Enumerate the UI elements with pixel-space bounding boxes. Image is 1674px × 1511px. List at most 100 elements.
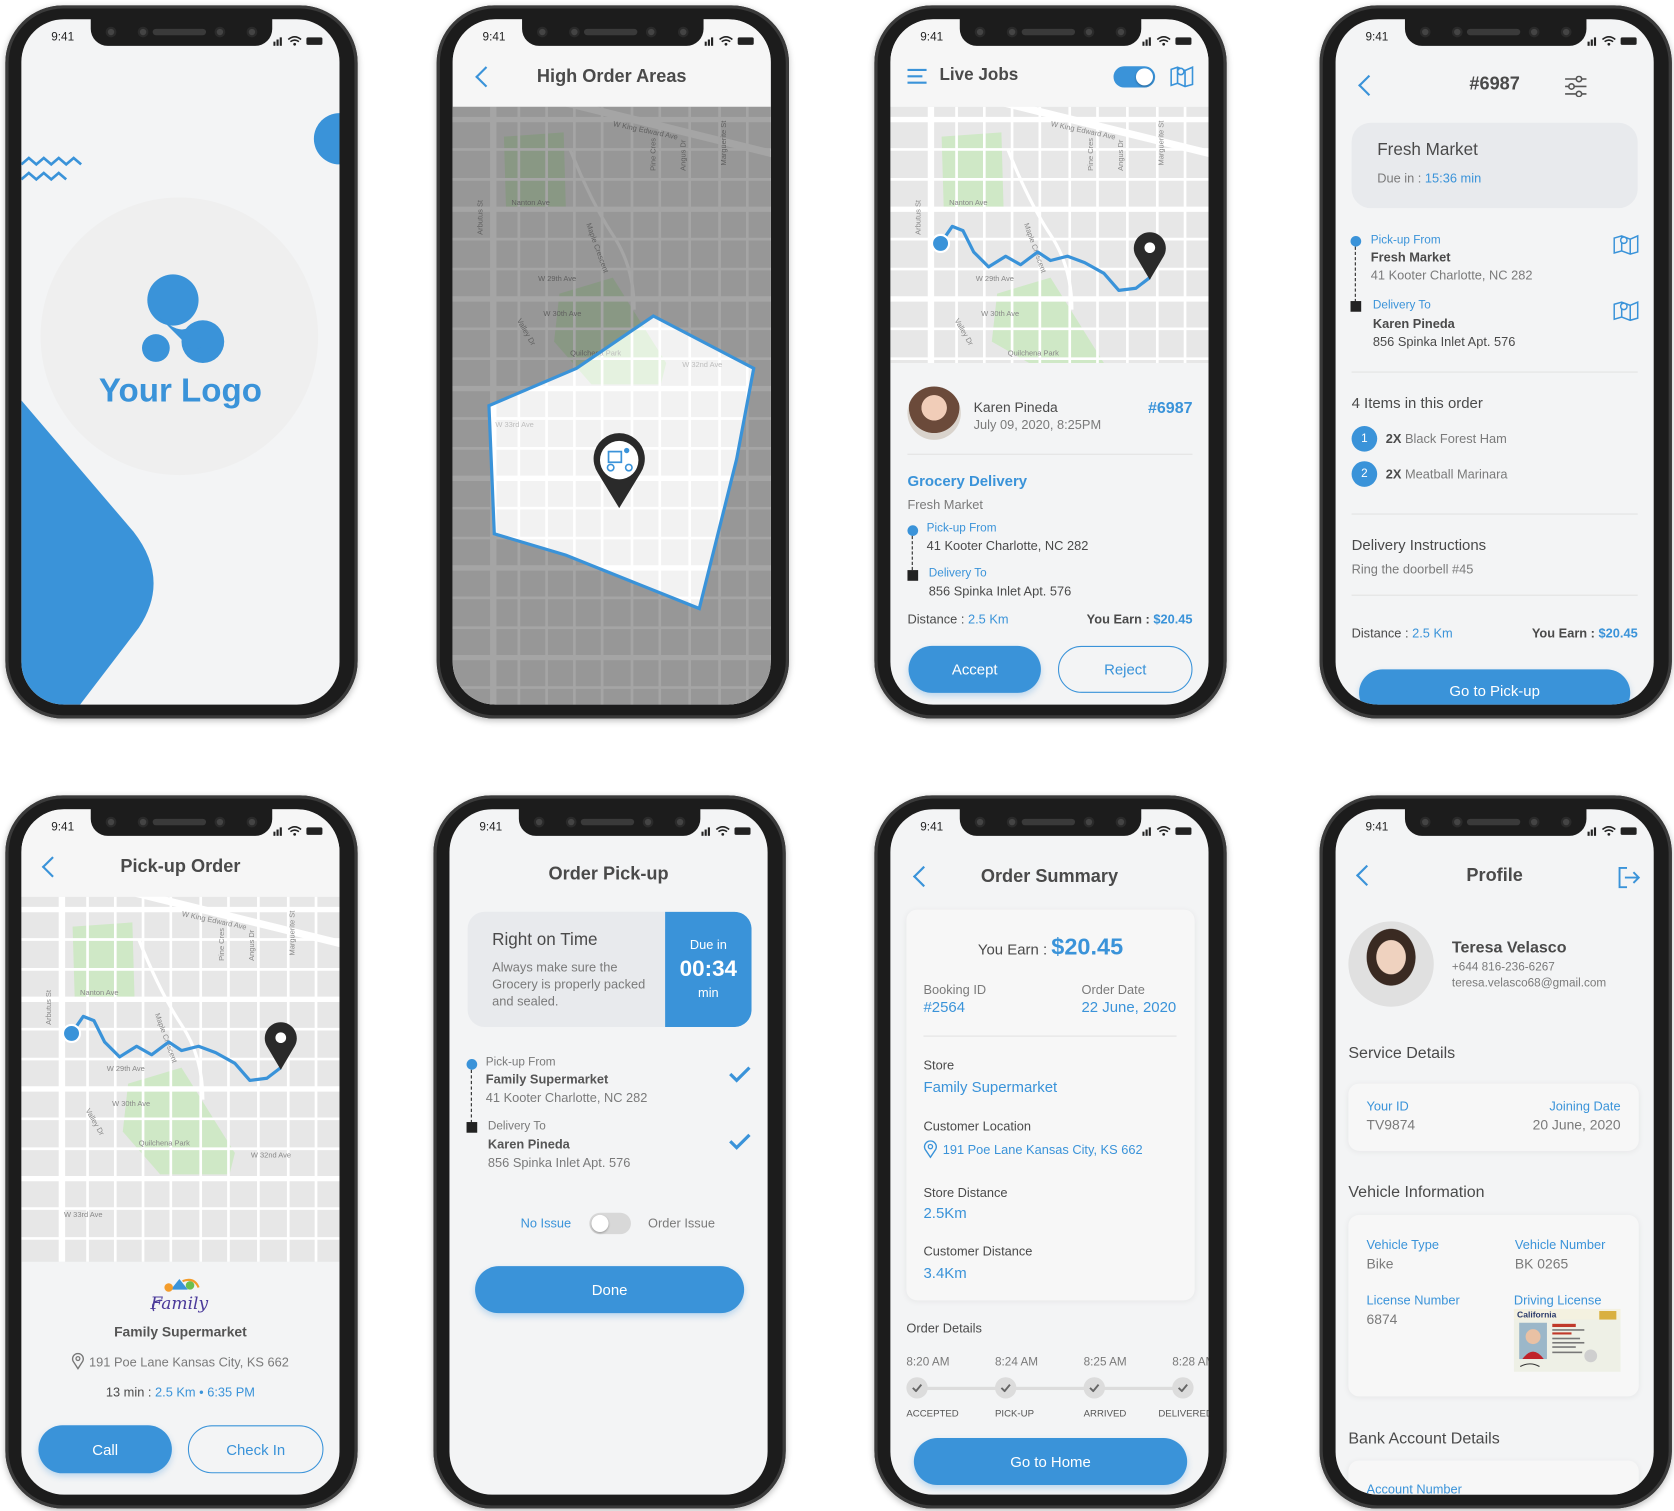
timeline-check-icon — [1083, 1377, 1105, 1399]
map-street-label: Nanton Ave — [80, 988, 118, 997]
order-details-label: Order Details — [906, 1320, 982, 1336]
distance: Distance : 2.5 Km — [907, 612, 1008, 627]
toggle-knob — [1135, 68, 1154, 86]
phone-order-detail: 9:41 #6987 Fresh Market Due in : 15:36 m… — [1319, 5, 1672, 719]
order-id: #6987 — [1147, 399, 1193, 418]
bank-details-title: Bank Account Details — [1348, 1429, 1500, 1448]
map-street-label: Angus Dr — [1116, 139, 1125, 171]
page-title: Live Jobs — [939, 66, 1019, 85]
due-value: 15:36 min — [1424, 170, 1482, 186]
timeline-status: DELIVERED — [1158, 1408, 1209, 1419]
store-name: Family Supermarket — [114, 1323, 247, 1340]
accept-button[interactable]: Accept — [908, 645, 1041, 693]
location-pin-icon — [923, 1140, 937, 1159]
eta-separator: • — [199, 1384, 204, 1400]
card-title: Right on Time — [492, 930, 598, 950]
order-datetime: July 09, 2020, 8:25PM — [973, 417, 1102, 433]
issue-toggle[interactable] — [589, 1212, 631, 1235]
area-overlay — [452, 106, 771, 705]
done-button[interactable]: Done — [475, 1266, 745, 1314]
map-street-label: Angus Dr — [247, 929, 256, 961]
distance-label: Distance : — [907, 611, 968, 627]
no-issue-label[interactable]: No Issue — [521, 1216, 572, 1231]
store-logo: Family — [150, 1278, 209, 1314]
store-distance: 2.5Km — [923, 1204, 967, 1222]
pickup-map-icon[interactable] — [1613, 234, 1639, 255]
driver-id: TV9874 — [1366, 1116, 1416, 1133]
item-qty: 2X — [1385, 466, 1402, 482]
store-name: Family Supermarket — [923, 1078, 1058, 1096]
menu-icon[interactable] — [907, 68, 927, 84]
driving-license-image[interactable]: California — [1513, 1308, 1621, 1372]
check-in-button[interactable]: Check In — [187, 1425, 324, 1474]
page-title: Order Pick-up — [548, 863, 669, 884]
list-item: 2X Black Forest Ham — [1386, 431, 1507, 446]
location-text: 191 Poe Lane Kansas City, KS 662 — [942, 1142, 1143, 1158]
timeline-time: 8:28 AM — [1172, 1355, 1208, 1369]
pickup-address: 41 Kooter Charlotte, NC 282 — [485, 1090, 648, 1105]
delivery-label: Delivery To — [928, 566, 987, 580]
page-title: Profile — [1466, 864, 1523, 886]
item-name: Black Forest Ham — [1404, 431, 1507, 447]
order-date: 22 June, 2020 — [1081, 998, 1177, 1016]
pickup-name: Fresh Market — [1370, 249, 1451, 265]
svg-text:California: California — [1517, 1309, 1557, 1319]
map-icon[interactable] — [1170, 64, 1194, 88]
status-icons — [1142, 822, 1193, 841]
check-icon — [729, 1133, 751, 1150]
customer-distance-label: Customer Distance — [923, 1243, 1033, 1259]
map-street-label: W 30th Ave — [112, 1099, 150, 1108]
phone-profile: 9:41 Profile Teresa Velasco +644 816-236… — [1319, 795, 1672, 1509]
status-time: 9:41 — [1365, 820, 1389, 834]
profile-avatar[interactable] — [1348, 921, 1434, 1007]
map[interactable]: W King Edward AveNanton AveW 29th AveW 3… — [890, 106, 1209, 363]
vehicle-type: Bike — [1366, 1255, 1394, 1272]
map-street-label: W 29th Ave — [107, 1064, 145, 1073]
reject-button[interactable]: Reject — [1057, 645, 1193, 693]
delivery-address: 856 Spinka Inlet Apt. 576 — [487, 1155, 631, 1171]
call-button[interactable]: Call — [38, 1425, 172, 1474]
divider — [1351, 371, 1638, 373]
order-issue-label[interactable]: Order Issue — [648, 1216, 715, 1231]
customer-avatar — [907, 386, 961, 440]
notch — [1404, 18, 1587, 46]
distance: Distance : 2.5 Km — [1352, 626, 1453, 641]
phone-order-summary: 9:41 Order Summary You Earn : $20.45 Boo… — [874, 795, 1227, 1509]
store-name: Fresh Market — [907, 497, 983, 513]
location-pin-icon — [72, 1352, 85, 1370]
timeline-track — [917, 1386, 1183, 1391]
mockup-stage: 9:41 Your Logo 9:41 High Order Areas W K… — [0, 0, 1674, 1511]
delivery-name: Karen Pineda — [487, 1136, 570, 1152]
online-toggle[interactable] — [1113, 66, 1156, 88]
high-order-areas-screen: 9:41 High Order Areas W King Edward AveN… — [452, 19, 771, 705]
timeline-check-icon — [995, 1377, 1017, 1399]
status-time: 9:41 — [482, 30, 506, 44]
order-pickup-screen: 9:41 Order Pick-up Right on Time Always … — [449, 809, 768, 1495]
toggle-knob — [591, 1214, 609, 1233]
splash-decoration — [21, 113, 340, 705]
timeline-check-icon — [1172, 1377, 1194, 1399]
delivery-square-icon — [466, 1122, 478, 1133]
go-to-home-button[interactable]: Go to Home — [913, 1438, 1188, 1486]
phone-pickup-order: 9:41 Pick-up Order W King Edward Ave Nant… — [5, 795, 358, 1509]
delivery-map-icon[interactable] — [1613, 300, 1639, 322]
page-title: Pick-up Order — [120, 856, 241, 877]
pickup-dot-icon — [466, 1059, 478, 1070]
eta-distance: 2.5 Km — [155, 1384, 196, 1400]
status-icons — [1587, 32, 1639, 51]
logout-icon[interactable] — [1617, 866, 1641, 889]
timeline-status: ARRIVED — [1083, 1408, 1127, 1419]
map-street-label: Arbutus St — [913, 199, 922, 235]
start-location-icon — [61, 1023, 82, 1044]
go-to-pickup-button[interactable]: Go to Pick-up — [1359, 669, 1631, 705]
pickup-dot-icon — [1350, 235, 1362, 247]
map[interactable]: W King Edward AveNanton AveW 29th AveW 3… — [21, 896, 340, 1262]
filter-icon[interactable] — [1564, 75, 1587, 98]
card-text-line: Always make sure the — [492, 959, 618, 975]
destination-pin-hole — [1144, 242, 1156, 254]
item-number-badge: 2 — [1351, 461, 1378, 487]
card-text-line: and sealed. — [492, 993, 559, 1009]
divider — [907, 453, 1193, 455]
timeline-check-icon — [906, 1377, 928, 1399]
summary-card — [906, 909, 1195, 1301]
